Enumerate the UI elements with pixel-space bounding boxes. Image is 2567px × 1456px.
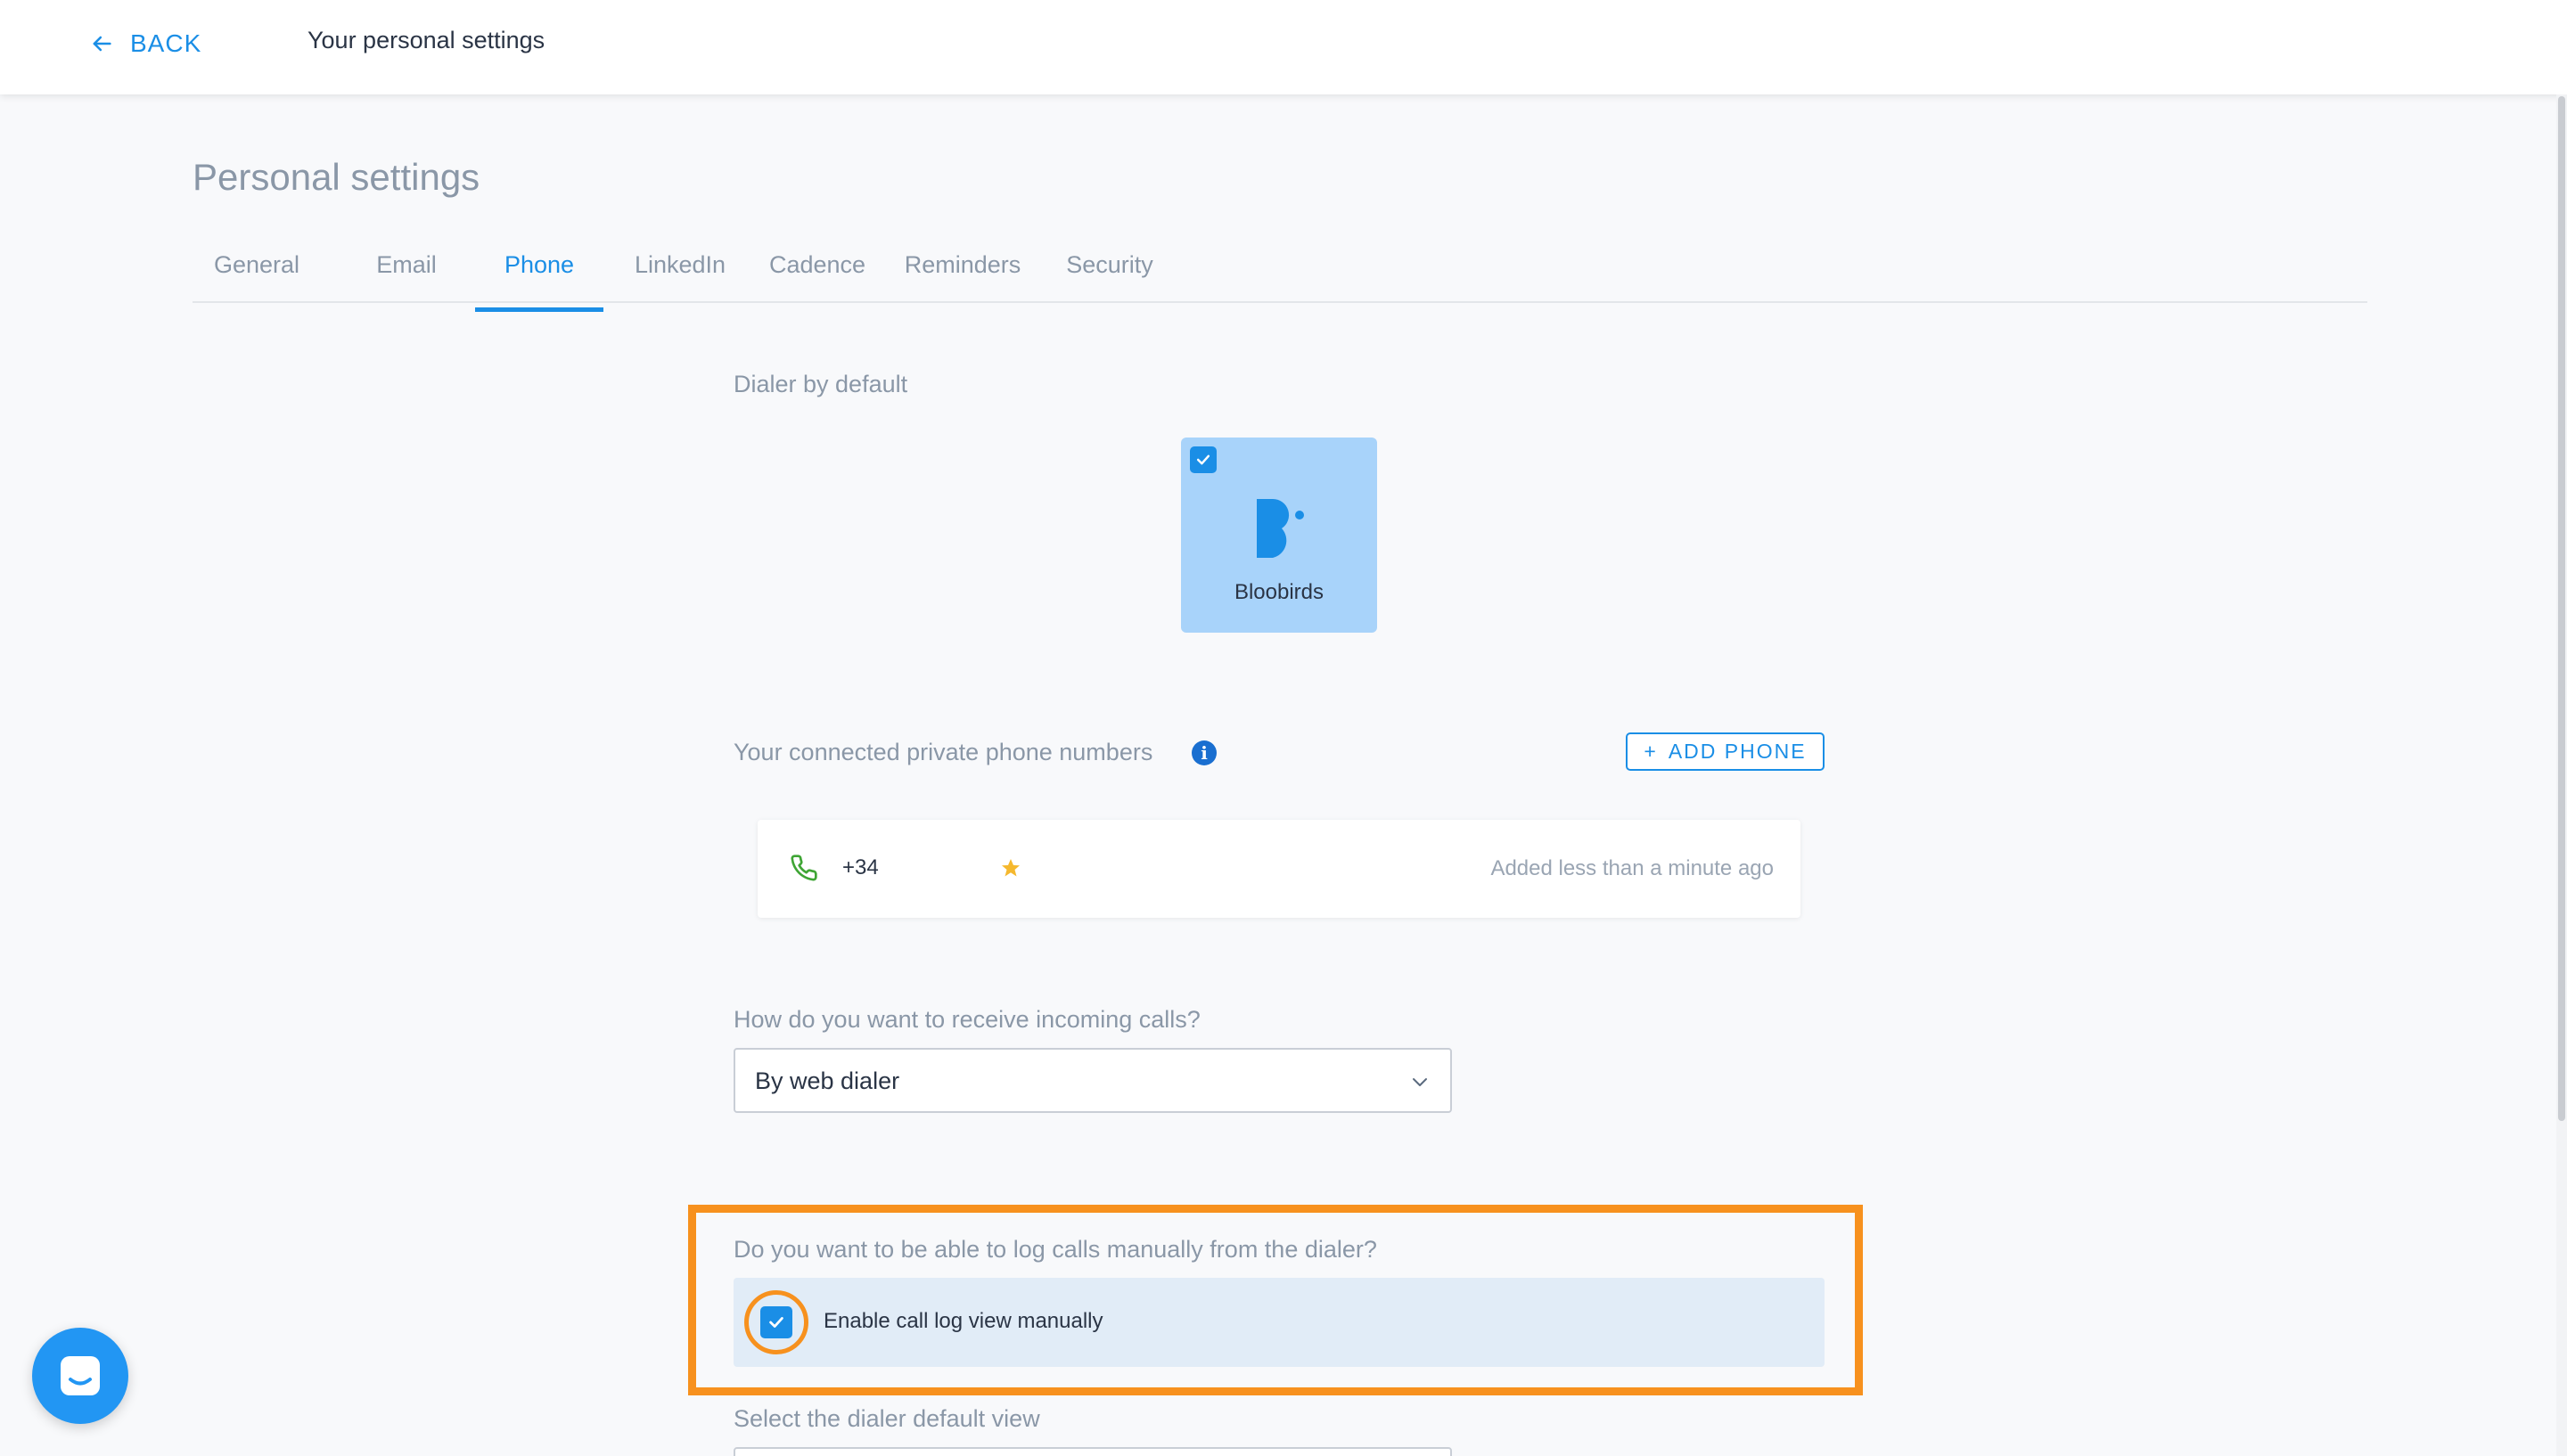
tab-cadence[interactable]: Cadence <box>756 251 879 303</box>
dialer-name: Bloobirds <box>1234 580 1325 604</box>
dialer-selected-checkbox[interactable] <box>1190 446 1217 473</box>
incoming-calls-value: By web dialer <box>755 1067 900 1094</box>
header-title: Your personal settings <box>308 27 545 53</box>
phone-added-timestamp: Added less than a minute ago <box>1490 856 1774 880</box>
check-icon <box>1196 454 1210 465</box>
page-title: Personal settings <box>193 156 480 198</box>
info-icon[interactable]: i <box>1192 740 1217 765</box>
phone-list-item: +34 Added less than a minute ago <box>758 820 1800 918</box>
bloobirds-logo-icon <box>1257 498 1304 558</box>
incoming-calls-question: How do you want to receive incoming call… <box>734 1006 1201 1033</box>
back-label: BACK <box>130 29 202 57</box>
tab-general[interactable]: General <box>193 251 321 303</box>
call-log-question: Do you want to be able to log calls manu… <box>734 1236 1377 1263</box>
add-phone-label: ADD PHONE <box>1668 740 1807 763</box>
tab-security[interactable]: Security <box>1048 251 1171 303</box>
tab-linkedin[interactable]: LinkedIn <box>617 251 743 303</box>
call-log-option[interactable]: Enable call log view manually <box>734 1278 1825 1367</box>
dialer-section-label: Dialer by default <box>734 371 908 397</box>
check-icon <box>769 1317 783 1328</box>
default-view-select[interactable] <box>734 1447 1452 1456</box>
back-button[interactable]: BACK <box>89 25 201 62</box>
arrow-left-icon <box>93 36 111 52</box>
star-icon[interactable] <box>1000 857 1021 879</box>
incoming-calls-select[interactable]: By web dialer <box>734 1048 1452 1113</box>
plus-icon: + <box>1644 740 1658 763</box>
phones-section-label: Your connected private phone numbers <box>734 739 1153 765</box>
tab-phone[interactable]: Phone <box>475 251 603 312</box>
chat-widget-button[interactable] <box>32 1328 128 1424</box>
top-bar: BACK Your personal settings <box>0 0 2567 94</box>
default-view-label: Select the dialer default view <box>734 1405 1040 1432</box>
add-phone-button[interactable]: + ADD PHONE <box>1626 732 1825 771</box>
chat-icon <box>61 1356 100 1395</box>
dialer-option-bloobirds[interactable]: Bloobirds <box>1181 438 1377 633</box>
chevron-down-icon <box>1413 1078 1427 1086</box>
tab-reminders[interactable]: Reminders <box>891 251 1034 303</box>
tab-email[interactable]: Email <box>351 251 462 303</box>
scrollbar-thumb[interactable] <box>2558 96 2565 1121</box>
phone-number: +34 <box>842 855 879 879</box>
phone-icon <box>791 855 817 881</box>
call-log-checkbox[interactable] <box>760 1306 792 1338</box>
settings-tabs: General Email Phone LinkedIn Cadence Rem… <box>193 241 2367 312</box>
call-log-checkbox-label: Enable call log view manually <box>824 1309 1103 1333</box>
